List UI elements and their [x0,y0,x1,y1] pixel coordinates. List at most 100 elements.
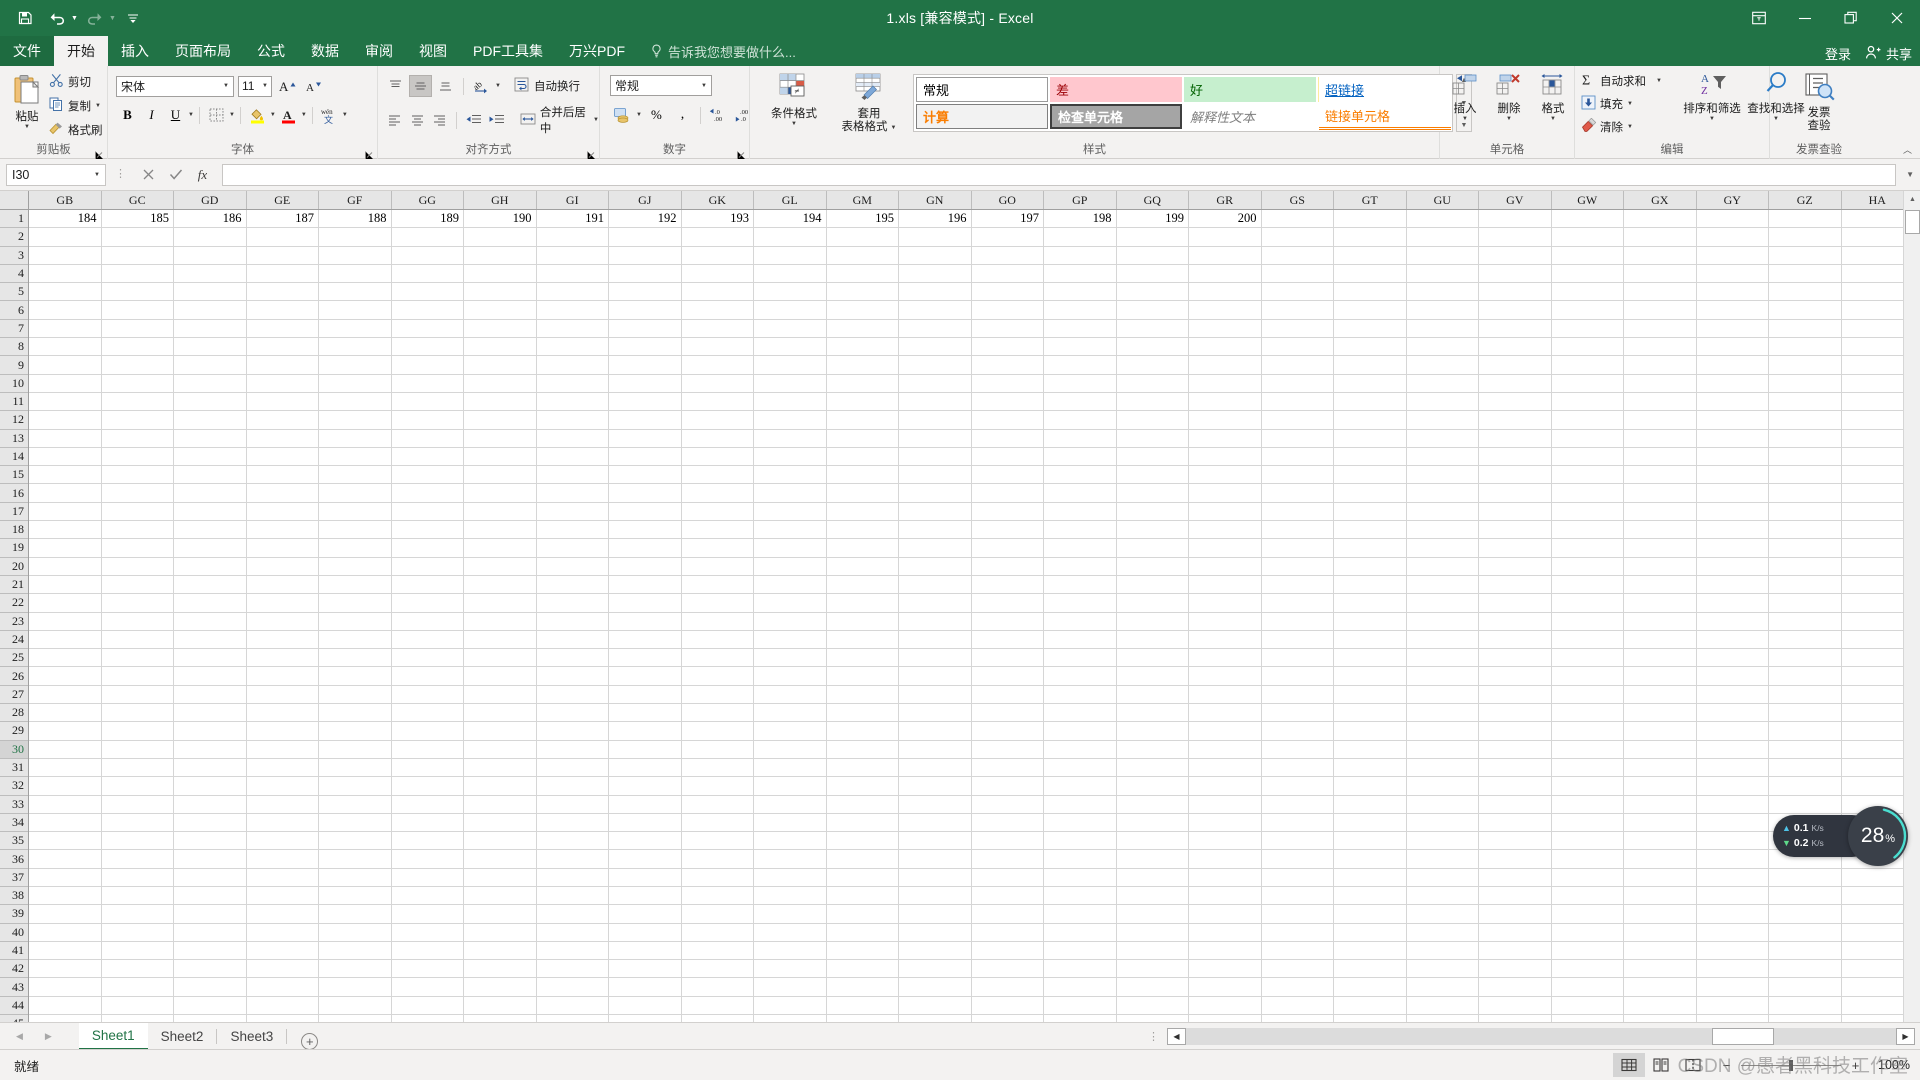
tab-pdf-toolkit[interactable]: PDF工具集 [460,36,556,66]
cell-GQ37[interactable] [1117,869,1190,887]
cell-HA18[interactable] [1842,521,1904,539]
cell-GU24[interactable] [1407,631,1480,649]
cell-GP37[interactable] [1044,869,1117,887]
cell-GV4[interactable] [1479,265,1552,283]
cell-HA4[interactable] [1842,265,1904,283]
cell-GQ32[interactable] [1117,777,1190,795]
cell-GL2[interactable] [754,228,827,246]
cell-GU7[interactable] [1407,320,1480,338]
cell-GL27[interactable] [754,686,827,704]
cell-HA26[interactable] [1842,667,1904,685]
cell-GZ21[interactable] [1769,576,1842,594]
cell-GO40[interactable] [972,924,1045,942]
cell-GL5[interactable] [754,283,827,301]
cell-GB19[interactable] [29,539,102,557]
cell-GR6[interactable] [1189,301,1262,319]
cell-GO32[interactable] [972,777,1045,795]
cell-GB31[interactable] [29,759,102,777]
cell-GK30[interactable] [682,741,755,759]
cell-GE15[interactable] [247,466,320,484]
cell-GS16[interactable] [1262,484,1335,502]
row-header-3[interactable]: 3 [0,247,28,265]
cell-GS30[interactable] [1262,741,1335,759]
italic-button[interactable]: I [140,104,163,126]
cell-HA8[interactable] [1842,338,1904,356]
cell-GB11[interactable] [29,393,102,411]
cell-GQ35[interactable] [1117,832,1190,850]
cell-GQ29[interactable] [1117,722,1190,740]
cell-GR27[interactable] [1189,686,1262,704]
cell-GK18[interactable] [682,521,755,539]
cell-GF40[interactable] [319,924,392,942]
cell-GY37[interactable] [1697,869,1770,887]
orientation-button[interactable]: ab [470,75,493,97]
cell-GT10[interactable] [1334,375,1407,393]
cell-GW35[interactable] [1552,832,1625,850]
tab-view[interactable]: 视图 [406,36,460,66]
cell-GZ42[interactable] [1769,960,1842,978]
cell-GX33[interactable] [1624,796,1697,814]
cell-HA41[interactable] [1842,942,1904,960]
grid-cells[interactable]: 1841851861871881891901911921931941951961… [29,210,1903,1034]
cell-GJ13[interactable] [609,430,682,448]
column-header-GS[interactable]: GS [1262,191,1335,210]
tab-insert[interactable]: 插入 [108,36,162,66]
row-header-14[interactable]: 14 [0,448,28,466]
zoom-out-button[interactable]: − [1721,1058,1732,1073]
zoom-slider-thumb[interactable] [1789,1060,1793,1071]
cell-GX41[interactable] [1624,942,1697,960]
row-header-27[interactable]: 27 [0,686,28,704]
cell-GS10[interactable] [1262,375,1335,393]
cell-GU38[interactable] [1407,887,1480,905]
cell-GV31[interactable] [1479,759,1552,777]
cell-GI33[interactable] [537,796,610,814]
cell-GW1[interactable] [1552,210,1625,228]
cell-GV43[interactable] [1479,978,1552,996]
row-header-34[interactable]: 34 [0,814,28,832]
cell-GK27[interactable] [682,686,755,704]
cell-GC27[interactable] [102,686,175,704]
cell-GU3[interactable] [1407,247,1480,265]
cell-GE14[interactable] [247,448,320,466]
fill-color-dropdown-icon[interactable]: ▼ [270,112,276,118]
cell-GF43[interactable] [319,978,392,996]
cell-GF34[interactable] [319,814,392,832]
cell-GL36[interactable] [754,850,827,868]
cell-GT23[interactable] [1334,613,1407,631]
cell-GV5[interactable] [1479,283,1552,301]
cell-GG29[interactable] [392,722,465,740]
hscroll-right-button[interactable]: ▶ [1896,1028,1915,1045]
name-box[interactable]: I30 ▼ [6,164,106,186]
cell-GM8[interactable] [827,338,900,356]
cell-GH31[interactable] [464,759,537,777]
cell-GQ3[interactable] [1117,247,1190,265]
cell-GE44[interactable] [247,997,320,1015]
sheet-tab-sheet1[interactable]: Sheet1 [79,1023,148,1050]
cell-GC23[interactable] [102,613,175,631]
cell-GR11[interactable] [1189,393,1262,411]
cell-GG43[interactable] [392,978,465,996]
cell-GD21[interactable] [174,576,247,594]
cell-GU26[interactable] [1407,667,1480,685]
cell-GR39[interactable] [1189,905,1262,923]
percent-style-button[interactable]: % [645,104,668,126]
cell-GF36[interactable] [319,850,392,868]
cell-GO43[interactable] [972,978,1045,996]
tab-formulas[interactable]: 公式 [244,36,298,66]
cell-GQ28[interactable] [1117,704,1190,722]
row-header-44[interactable]: 44 [0,997,28,1015]
cell-GK21[interactable] [682,576,755,594]
cell-GL32[interactable] [754,777,827,795]
cell-GH40[interactable] [464,924,537,942]
conditional-formatting-button[interactable]: ≠ 条件格式 ▼ [763,73,825,128]
cell-GS15[interactable] [1262,466,1335,484]
cell-GO26[interactable] [972,667,1045,685]
sheet-nav-prev-icon[interactable]: ◀ [16,1031,23,1042]
cell-GC8[interactable] [102,338,175,356]
cell-GV17[interactable] [1479,503,1552,521]
cell-GP35[interactable] [1044,832,1117,850]
insert-cells-dropdown-icon[interactable]: ▼ [1462,116,1468,123]
cell-GO31[interactable] [972,759,1045,777]
cell-GB3[interactable] [29,247,102,265]
paste-dropdown-icon[interactable]: ▼ [24,124,30,131]
